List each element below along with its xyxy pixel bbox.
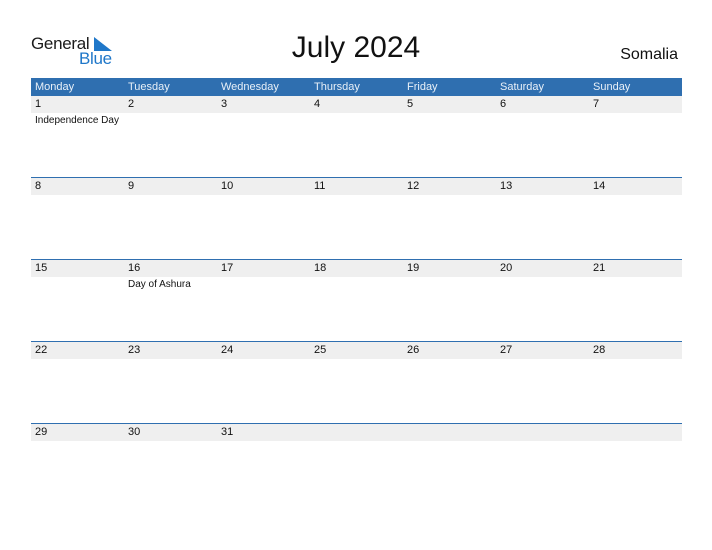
day-number [589,424,682,441]
day-number: 27 [500,344,513,356]
holiday-label [310,277,403,291]
holiday-label [217,441,310,442]
day-number-strip: 22 23 24 25 26 27 28 [31,342,682,359]
week-row: 1 2 3 4 5 6 7 Independence Day [31,96,682,177]
holiday-label [31,441,124,442]
holiday-label [496,359,589,360]
weekday-header: Friday [407,81,438,93]
calendar-grid: Monday Tuesday Wednesday Thursday Friday… [31,78,682,505]
holiday-label: Independence Day [35,115,119,126]
holiday-label [217,359,310,360]
weekday-header: Monday [35,81,75,93]
events-row: Independence Day [31,113,682,127]
holiday-label [217,277,310,291]
week-row: 22 23 24 25 26 27 28 [31,341,682,423]
holiday-label [496,113,589,127]
holiday-label [403,277,496,291]
holiday-label [310,441,403,442]
day-number: 2 [128,98,135,110]
day-number: 24 [221,344,234,356]
day-number: 4 [314,98,321,110]
holiday-label [31,277,124,291]
holiday-label [124,113,217,127]
week-row: 29 30 31 [31,423,682,505]
day-number: 31 [221,426,234,438]
page-title: July 2024 [291,31,421,64]
day-number: 10 [221,180,234,192]
day-number-strip: 29 30 31 [31,424,682,441]
day-number [496,424,589,441]
day-number: 13 [500,180,513,192]
holiday-label [31,195,124,196]
day-number: 1 [35,98,42,110]
weekday-header: Sunday [593,81,631,93]
holiday-label [124,195,217,196]
weekday-header-row: Monday Tuesday Wednesday Thursday Friday… [31,78,682,96]
day-number: 11 [314,180,326,192]
day-number: 16 [128,262,141,274]
day-number-strip: 8 9 10 11 12 13 14 [31,178,682,195]
holiday-label [403,441,496,442]
holiday-label [31,359,124,360]
day-number: 3 [221,98,228,110]
day-number: 15 [35,262,48,274]
weekday-header: Wednesday [221,81,279,93]
day-number [403,424,496,441]
day-number: 25 [314,344,327,356]
day-number: 23 [128,344,141,356]
holiday-label [403,359,496,360]
weekday-header: Saturday [500,81,545,93]
day-number: 9 [128,180,135,192]
day-number-strip: 15 16 17 18 19 20 21 [31,260,682,277]
holiday-label [403,113,496,127]
day-number: 5 [407,98,414,110]
day-number: 29 [35,426,48,438]
day-number: 19 [407,262,420,274]
day-number: 30 [128,426,141,438]
day-number [310,424,403,441]
day-number: 7 [593,98,600,110]
holiday-label: Day of Ashura [128,279,191,290]
day-number-strip: 1 2 3 4 5 6 7 [31,96,682,113]
events-row [31,195,682,196]
holiday-label [496,277,589,291]
holiday-label [589,441,682,442]
holiday-label [403,195,496,196]
weekday-header: Tuesday [128,81,170,93]
country-label: Somalia [620,46,678,63]
events-row [31,359,682,360]
day-number: 6 [500,98,507,110]
day-number: 22 [35,344,48,356]
events-row [31,441,682,442]
holiday-label [310,113,403,127]
holiday-label [217,195,310,196]
holiday-label [589,277,682,291]
day-number: 26 [407,344,420,356]
holiday-label [217,113,310,127]
week-row: 8 9 10 11 12 13 14 [31,177,682,259]
day-number: 8 [35,180,42,192]
week-row: 15 16 17 18 19 20 21 Day of Ashura [31,259,682,341]
day-number: 21 [593,262,606,274]
holiday-label [310,359,403,360]
day-number: 28 [593,344,606,356]
holiday-label [124,359,217,360]
holiday-label [589,359,682,360]
holiday-label [310,195,403,196]
weeks-container: 1 2 3 4 5 6 7 Independence Day 8 9 10 11 12 13 14 15 16 1… [31,96,682,505]
weekday-header: Thursday [314,81,360,93]
holiday-label [496,441,589,442]
holiday-label [589,113,682,127]
day-number: 18 [314,262,327,274]
day-number: 20 [500,262,513,274]
day-number: 17 [221,262,234,274]
day-number: 12 [407,180,420,192]
events-row: Day of Ashura [31,277,682,291]
day-number: 14 [593,180,606,192]
holiday-label [124,441,217,442]
holiday-label [496,195,589,196]
holiday-label [589,195,682,196]
